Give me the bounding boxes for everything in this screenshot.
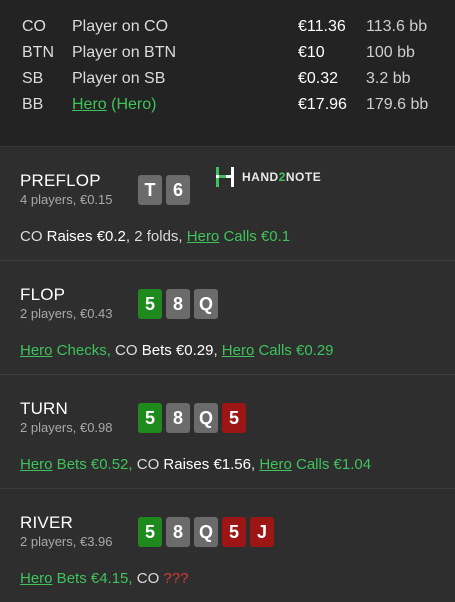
playing-card: 8 (166, 403, 190, 433)
player-position: SB (22, 70, 44, 87)
board-cards: 58Q5J (138, 517, 274, 547)
street-turn: TURN 2 players, €0.98 58Q5 Hero Bets €0.… (0, 375, 455, 489)
street-pot-info: 4 players, €0.15 (20, 192, 113, 207)
hand-history-panel: CO Player on CO €11.36 113.6 bb BTN Play… (0, 0, 455, 602)
playing-card: Q (194, 289, 218, 319)
street-name: PREFLOP (20, 171, 101, 190)
playing-card: 5 (138, 289, 162, 319)
player-stack-eur: €0.32 (298, 70, 339, 87)
street-pot-info: 2 players, €0.98 (20, 420, 113, 435)
playing-card: 8 (166, 289, 190, 319)
player-stack-bb: 113.6 bb (366, 18, 428, 35)
board-cards: 58Q (138, 289, 218, 319)
playing-card: 6 (166, 175, 190, 205)
playing-card: 5 (222, 403, 246, 433)
player-stack-eur: €17.96 (298, 96, 347, 113)
hero-link[interactable]: Hero (20, 570, 53, 587)
playing-card: T (138, 175, 162, 205)
board-cards: 58Q5 (138, 403, 246, 433)
street-preflop: PREFLOP 4 players, €0.15 T6 HAND2NOTE CO… (0, 147, 455, 261)
player-row: CO Player on CO €11.36 113.6 bb (0, 14, 455, 40)
playing-card: 5 (138, 517, 162, 547)
playing-card: Q (194, 517, 218, 547)
player-name: Hero (Hero) (72, 92, 156, 118)
hero-link[interactable]: Hero (20, 342, 53, 359)
player-stack-eur: €11.36 (298, 18, 346, 35)
player-position: BB (22, 96, 44, 113)
hand2note-logo: HAND2NOTE (214, 166, 321, 188)
player-position: BTN (22, 44, 54, 61)
player-name: Player on BTN (72, 44, 177, 61)
street-pot-info: 2 players, €3.96 (20, 534, 113, 549)
hero-link[interactable]: Hero (72, 96, 107, 113)
player-row: SB Player on SB €0.32 3.2 bb (0, 66, 455, 92)
hand2note-logo-text: HAND2NOTE (242, 170, 322, 184)
playing-card: 8 (166, 517, 190, 547)
hero-link[interactable]: Hero (222, 342, 255, 359)
player-row: BTN Player on BTN €10 100 bb (0, 40, 455, 66)
hand2note-logo-icon (216, 167, 234, 187)
player-stack-eur: €10 (298, 44, 325, 61)
hero-suffix: (Hero) (106, 96, 157, 113)
street-name: TURN (20, 399, 69, 418)
player-row-hero: BB Hero (Hero) €17.96 179.6 bb (0, 92, 455, 118)
player-stack-bb: 3.2 bb (366, 70, 411, 87)
street-river: RIVER 2 players, €3.96 58Q5J Hero Bets €… (0, 489, 455, 602)
street-actions: CO Raises €0.2, 2 folds, Hero Calls €0.1 (20, 228, 291, 245)
playing-card: 5 (222, 517, 246, 547)
hero-link[interactable]: Hero (20, 456, 53, 473)
player-name: Player on CO (72, 18, 169, 35)
player-stack-bb: 100 bb (366, 44, 415, 61)
playing-card: Q (194, 403, 218, 433)
hero-link[interactable]: Hero (187, 228, 220, 245)
player-name: Player on SB (72, 70, 166, 87)
street-pot-info: 2 players, €0.43 (20, 306, 113, 321)
street-actions: Hero Bets €4.15, CO ??? (20, 570, 189, 587)
player-stack-bb: 179.6 bb (366, 96, 429, 113)
street-name: FLOP (20, 285, 66, 304)
hole-cards: T6 (138, 175, 190, 205)
playing-card: J (250, 517, 274, 547)
street-actions: Hero Bets €0.52, CO Raises €1.56, Hero C… (20, 456, 372, 473)
player-position: CO (22, 18, 46, 35)
street-name: RIVER (20, 513, 73, 532)
street-flop: FLOP 2 players, €0.43 58Q Hero Checks, C… (0, 261, 455, 375)
players-table: CO Player on CO €11.36 113.6 bb BTN Play… (0, 0, 455, 147)
unknown-action: ??? (163, 570, 189, 587)
playing-card: 5 (138, 403, 162, 433)
street-actions: Hero Checks, CO Bets €0.29, Hero Calls €… (20, 342, 334, 359)
hero-link[interactable]: Hero (259, 456, 292, 473)
